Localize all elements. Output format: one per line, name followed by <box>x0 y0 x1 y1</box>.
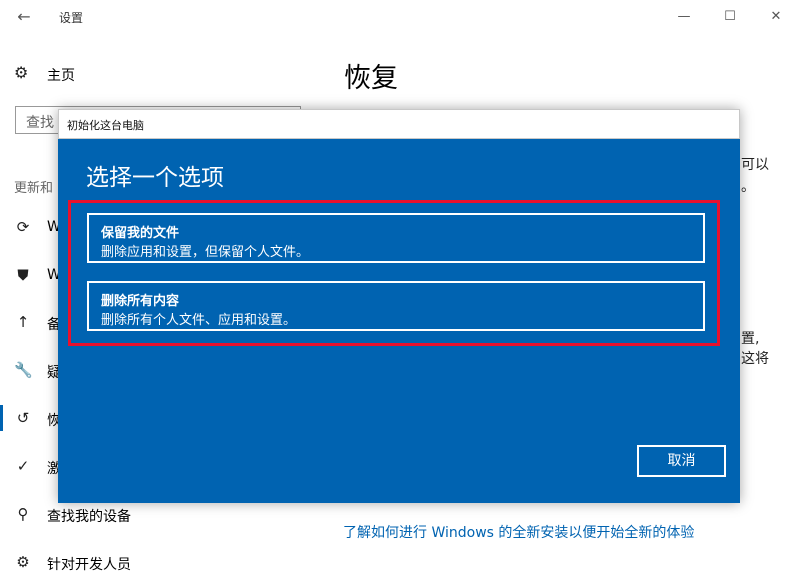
sidebar-item-for-developers[interactable]: ⚙ 针对开发人员 <box>0 551 200 575</box>
dialog-title-bar: 初始化这台电脑 <box>58 109 740 139</box>
reset-pc-dialog: 初始化这台电脑 选择一个选项 保留我的文件 删除应用和设置，但保留个人文件。 删… <box>58 109 740 503</box>
back-arrow-icon[interactable]: ← <box>12 6 36 28</box>
cancel-button[interactable]: 取消 <box>637 445 726 477</box>
keep-my-files-option[interactable]: 保留我的文件 删除应用和设置，但保留个人文件。 <box>87 213 705 263</box>
option-description: 删除应用和设置，但保留个人文件。 <box>101 245 310 260</box>
sidebar-home-label: 主页 <box>47 68 75 84</box>
option-description: 删除所有个人文件、应用和设置。 <box>101 313 297 328</box>
page-title: 恢复 <box>344 63 398 94</box>
sidebar-item-activation[interactable]: ✓ 激 <box>0 455 61 479</box>
app-title: 设置 <box>59 11 84 25</box>
sidebar-item-find-my-device[interactable]: ⚲ 查找我的设备 <box>0 503 200 527</box>
background-text: 置, <box>741 331 760 347</box>
maximize-button[interactable]: ☐ <box>716 6 744 28</box>
background-text: 。 <box>741 179 755 195</box>
upload-arrow-icon: ↑ <box>16 313 30 331</box>
wrench-icon: 🔧 <box>14 361 33 379</box>
sidebar-item-label: 针对开发人员 <box>47 557 131 573</box>
close-button[interactable]: ✕ <box>762 6 790 28</box>
background-text: 这将 <box>741 351 769 367</box>
minimize-button[interactable]: — <box>670 6 698 28</box>
sidebar-item-troubleshoot[interactable]: 🔧 疑 <box>0 359 61 383</box>
dialog-title: 初始化这台电脑 <box>67 119 144 132</box>
sidebar-item-backup[interactable]: ↑ 备 <box>0 311 61 335</box>
sidebar-home[interactable]: ⚙ 主页 <box>14 64 134 86</box>
shield-icon: ⛊ <box>17 266 29 284</box>
option-title: 删除所有内容 <box>101 294 180 309</box>
check-circle-icon: ✓ <box>16 457 30 475</box>
section-label: 更新和 <box>14 181 54 196</box>
remove-everything-option[interactable]: 删除所有内容 删除所有个人文件、应用和设置。 <box>87 281 705 331</box>
dialog-heading: 选择一个选项 <box>86 165 224 191</box>
person-location-icon: ⚲ <box>17 505 29 523</box>
title-bar: ← 设置 — ☐ ✕ <box>0 0 794 34</box>
developer-icon: ⚙ <box>16 553 30 571</box>
history-icon: ↺ <box>16 409 30 427</box>
option-title: 保留我的文件 <box>101 226 180 241</box>
fresh-start-link[interactable]: 了解如何进行 Windows 的全新安装以便开始全新的体验 <box>343 522 694 542</box>
search-placeholder: 查找 <box>26 115 54 131</box>
refresh-icon: ⟳ <box>16 218 30 236</box>
sidebar-item-label: 查找我的设备 <box>47 509 131 525</box>
sidebar-item-recovery[interactable]: ↺ 恢 <box>0 405 61 431</box>
background-text: 可以 <box>741 157 769 173</box>
sidebar-item-windows-update[interactable]: ⟳ W <box>0 216 61 240</box>
gear-icon: ⚙ <box>14 63 29 82</box>
sidebar-item-windows-security[interactable]: ⛊ W <box>0 264 60 288</box>
